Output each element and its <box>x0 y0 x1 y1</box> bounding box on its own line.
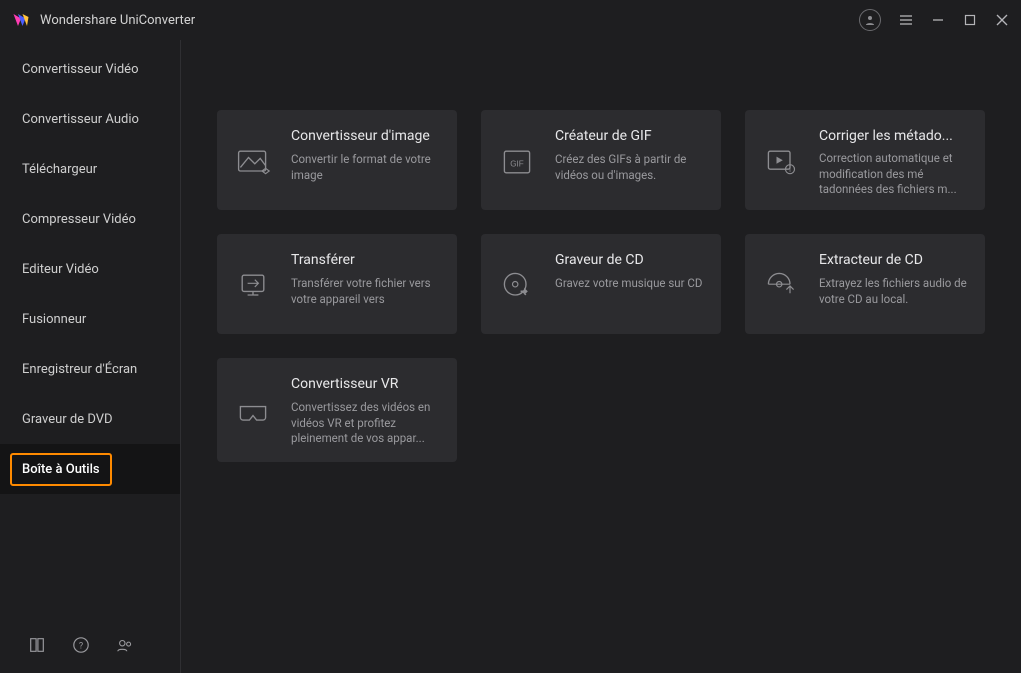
card-title: Graveur de CD <box>555 252 705 268</box>
app-logo-icon <box>12 11 30 29</box>
sidebar-item-label: Convertisseur Audio <box>22 112 139 127</box>
cd-ripper-icon <box>761 252 801 320</box>
transfer-icon <box>233 252 273 320</box>
vr-converter-icon <box>233 376 273 448</box>
metadata-icon: i <box>761 128 801 196</box>
svg-text:GIF: GIF <box>510 160 524 169</box>
tool-card-cd-ripper[interactable]: Extracteur de CD Extrayez les fichiers a… <box>745 234 985 334</box>
cd-burner-icon <box>497 252 537 320</box>
community-icon[interactable] <box>116 636 134 654</box>
image-converter-icon <box>233 128 273 196</box>
card-desc: Convertissez des vidéos en vidéos VR et … <box>291 400 441 447</box>
tool-card-gif-maker[interactable]: GIF Créateur de GIF Créez des GIFs à par… <box>481 110 721 210</box>
sidebar-item-video-editor[interactable]: Editeur Vidéo <box>0 244 180 294</box>
tool-card-cd-burner[interactable]: Graveur de CD Gravez votre musique sur C… <box>481 234 721 334</box>
card-title: Convertisseur d'image <box>291 128 441 144</box>
sidebar-item-dvd-burner[interactable]: Graveur de DVD <box>0 394 180 444</box>
card-title: Convertisseur VR <box>291 376 441 392</box>
guide-icon[interactable] <box>28 636 46 654</box>
sidebar-item-label: Compresseur Vidéo <box>22 212 136 227</box>
sidebar-item-label: Editeur Vidéo <box>22 262 99 277</box>
sidebar-item-label: Fusionneur <box>22 312 86 327</box>
gif-maker-icon: GIF <box>497 128 537 196</box>
sidebar-item-video-compressor[interactable]: Compresseur Vidéo <box>0 194 180 244</box>
card-desc: Gravez votre musique sur CD <box>555 276 705 292</box>
titlebar-controls <box>859 9 1009 31</box>
card-title: Transférer <box>291 252 441 268</box>
menu-icon[interactable] <box>899 13 913 27</box>
maximize-icon[interactable] <box>963 13 977 27</box>
card-title: Extracteur de CD <box>819 252 969 268</box>
sidebar-item-toolbox[interactable]: Boîte à Outils <box>0 444 180 494</box>
app-title: Wondershare UniConverter <box>40 13 859 28</box>
minimize-icon[interactable] <box>931 13 945 27</box>
tool-card-transfer[interactable]: Transférer Transférer votre fichier vers… <box>217 234 457 334</box>
svg-text:?: ? <box>79 642 83 652</box>
sidebar-item-screen-recorder[interactable]: Enregistreur d'Écran <box>0 344 180 394</box>
sidebar-item-label: Convertisseur Vidéo <box>22 62 139 77</box>
card-desc: Extrayez les fichiers audio de votre CD … <box>819 276 969 307</box>
card-desc: Créez des GIFs à partir de vidéos ou d'i… <box>555 152 705 183</box>
sidebar-item-label: Graveur de DVD <box>22 412 113 427</box>
titlebar: Wondershare UniConverter <box>0 0 1021 40</box>
card-desc: Convertir le format de votre image <box>291 152 441 183</box>
sidebar-item-label: Boîte à Outils <box>22 462 100 477</box>
tool-card-image-converter[interactable]: Convertisseur d'image Convertir le forma… <box>217 110 457 210</box>
sidebar-item-downloader[interactable]: Téléchargeur <box>0 144 180 194</box>
card-title: Créateur de GIF <box>555 128 705 144</box>
main-content: Convertisseur d'image Convertir le forma… <box>181 40 1021 673</box>
svg-text:i: i <box>789 166 791 174</box>
sidebar: Convertisseur Vidéo Convertisseur Audio … <box>0 40 181 673</box>
sidebar-item-merger[interactable]: Fusionneur <box>0 294 180 344</box>
help-icon[interactable]: ? <box>72 636 90 654</box>
sidebar-item-video-converter[interactable]: Convertisseur Vidéo <box>0 44 180 94</box>
sidebar-item-audio-converter[interactable]: Convertisseur Audio <box>0 94 180 144</box>
user-avatar-icon[interactable] <box>859 9 881 31</box>
card-desc: Transférer votre fichier vers votre appa… <box>291 276 441 307</box>
sidebar-item-label: Téléchargeur <box>22 162 97 177</box>
close-icon[interactable] <box>995 13 1009 27</box>
sidebar-item-label: Enregistreur d'Écran <box>22 362 137 377</box>
card-title: Corriger les métado... <box>819 128 969 143</box>
tool-card-fix-metadata[interactable]: i Corriger les métado... Correction auto… <box>745 110 985 210</box>
tool-card-vr-converter[interactable]: Convertisseur VR Convertissez des vidéos… <box>217 358 457 462</box>
sidebar-footer: ? <box>0 617 180 673</box>
card-desc: Correction automatique et modification d… <box>819 151 969 196</box>
